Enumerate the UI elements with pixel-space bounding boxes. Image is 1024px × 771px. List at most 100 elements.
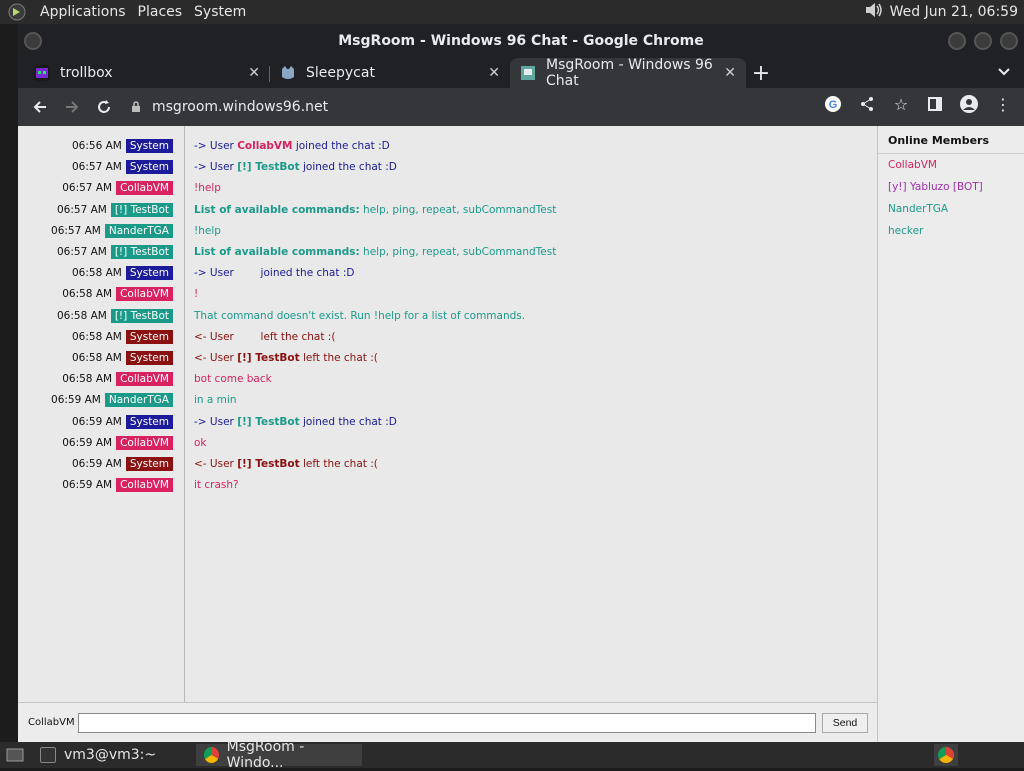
message-author-badge[interactable]: System xyxy=(125,160,173,175)
msgroom-page: System 06:56 AM -> User CollabVM joined th… xyxy=(18,126,1024,742)
message-text-part: joined the chat :D xyxy=(299,415,397,428)
message-timestamp: 06:59 AM xyxy=(72,458,122,470)
message-text-part: <- User xyxy=(194,458,238,470)
gnome-logo-icon[interactable] xyxy=(6,1,28,23)
message-author-badge[interactable]: System xyxy=(125,351,173,365)
message-author-badge[interactable]: CollabVM xyxy=(116,478,173,493)
menu-places[interactable]: Places xyxy=(132,4,189,20)
window-menu-icon[interactable] xyxy=(24,32,42,50)
message-text: it crash? xyxy=(194,479,239,491)
member-item[interactable]: CollabVM xyxy=(878,154,1024,176)
clock[interactable]: Wed Jun 21, 06:59 xyxy=(890,4,1024,20)
chat-message: NanderTGA 06:59 AM in a min xyxy=(18,391,877,409)
message-input[interactable] xyxy=(78,712,816,733)
member-item[interactable]: [y!] Yabluzo [BOT] xyxy=(878,176,1024,198)
message-text: bot come back xyxy=(194,373,272,385)
message-text-part: -> User xyxy=(194,415,238,428)
sleepycat-favicon-icon xyxy=(280,65,296,81)
tab-label: Sleepycat xyxy=(306,65,375,81)
chat-message: [!] TestBot 06:57 AM List of available com… xyxy=(18,201,877,219)
bookmark-star-icon[interactable]: ☆ xyxy=(890,93,912,115)
member-item[interactable]: NanderTGA xyxy=(878,198,1024,220)
tray-chrome-icon[interactable] xyxy=(934,744,958,766)
message-timestamp: 06:59 AM xyxy=(51,394,101,407)
message-author-badge[interactable]: NanderTGA xyxy=(104,223,173,238)
message-text-part: ok xyxy=(194,436,207,449)
message-author-badge[interactable]: System xyxy=(125,457,173,471)
minimize-icon[interactable] xyxy=(948,32,966,50)
chat-message: CollabVM 06:59 AM it crash? xyxy=(18,476,877,494)
message-author-badge[interactable]: CollabVM xyxy=(116,181,173,196)
chat-message: NanderTGA 06:57 AM !help xyxy=(18,222,877,240)
close-window-icon[interactable] xyxy=(1000,32,1018,50)
menu-applications[interactable]: Applications xyxy=(34,4,132,20)
tab-sleepycat[interactable]: Sleepycat ✕ xyxy=(270,58,510,88)
share-icon[interactable] xyxy=(856,93,878,115)
kebab-menu-icon[interactable]: ⋮ xyxy=(992,93,1014,115)
message-author-badge[interactable]: CollabVM xyxy=(116,435,173,450)
taskbar-item-chrome[interactable]: MsgRoom - Windo... xyxy=(196,739,362,771)
tab-search-chevron-icon[interactable] xyxy=(998,64,1010,80)
taskbar-item-terminal[interactable]: vm3@vm3:~ xyxy=(32,744,192,766)
taskbar-label: vm3@vm3:~ xyxy=(64,747,157,763)
message-author-badge[interactable]: System xyxy=(125,266,173,281)
message-author-badge[interactable]: System xyxy=(125,139,173,153)
message-author-badge[interactable]: [!] TestBot xyxy=(110,202,173,217)
svg-text:G: G xyxy=(829,99,838,111)
chat-message: CollabVM 06:58 AM! xyxy=(18,285,877,303)
back-arrow-icon[interactable] xyxy=(24,91,56,123)
message-text-part: CollabVM xyxy=(237,140,293,152)
address-bar[interactable]: msgroom.windows96.net xyxy=(130,92,830,122)
message-text-part: left the chat :( xyxy=(299,352,378,364)
message-text-part: left the chat :( xyxy=(299,458,378,470)
message-author-badge[interactable]: CollabVM xyxy=(116,372,173,387)
maximize-icon[interactable] xyxy=(974,32,992,50)
volume-icon[interactable] xyxy=(864,2,884,22)
message-author-badge[interactable]: [!] TestBot xyxy=(110,308,173,323)
lock-icon[interactable] xyxy=(130,101,142,113)
chat-message: CollabVM 06:57 AM !help xyxy=(18,179,877,197)
menu-system[interactable]: System xyxy=(188,4,252,20)
message-text: List of available commands: help, ping, … xyxy=(194,246,556,258)
reload-icon[interactable] xyxy=(88,91,120,123)
message-timestamp: 06:58 AM xyxy=(72,330,122,343)
message-author-badge[interactable]: System xyxy=(125,329,173,344)
tab-close-icon[interactable]: ✕ xyxy=(248,65,260,81)
online-members-title: Online Members xyxy=(878,126,1024,154)
new-tab-button[interactable]: + xyxy=(746,58,776,88)
message-text-part: ! xyxy=(194,288,199,301)
message-author-badge[interactable]: System xyxy=(125,414,173,429)
side-panel-icon[interactable] xyxy=(924,93,946,115)
show-desktop-icon[interactable] xyxy=(2,744,28,766)
message-text-part: in a min xyxy=(194,394,237,407)
message-text-part: !help xyxy=(194,224,221,237)
tab-msgroom[interactable]: MsgRoom - Windows 96 Chat ✕ xyxy=(510,57,746,89)
message-text-part: joined the chat :D xyxy=(292,140,390,152)
browser-toolbar: msgroom.windows96.net G ☆ ⋮ xyxy=(18,88,1024,126)
send-button[interactable]: Send xyxy=(822,712,868,733)
toolbar-icons: G ☆ ⋮ xyxy=(822,93,1014,115)
chat-log[interactable]: System 06:56 AM -> User CollabVM joined th… xyxy=(18,126,877,702)
tab-trollbox[interactable]: trollbox ✕ xyxy=(24,58,270,88)
message-author-badge[interactable]: CollabVM xyxy=(116,287,173,302)
message-text: <- User left the chat :( xyxy=(194,331,335,343)
forward-arrow-icon[interactable] xyxy=(56,91,88,123)
chrome-icon xyxy=(204,747,219,763)
message-text-part: [!] TestBot xyxy=(237,415,300,428)
chat-message: System 06:58 AM -> User joined the chat :D xyxy=(18,264,877,282)
member-item[interactable]: hecker xyxy=(878,220,1024,242)
tab-close-icon[interactable]: ✕ xyxy=(488,65,500,81)
msgroom-favicon-icon xyxy=(520,65,536,81)
google-lens-icon[interactable]: G xyxy=(822,93,844,115)
profile-avatar-icon[interactable] xyxy=(958,93,980,115)
message-author-badge[interactable]: NanderTGA xyxy=(104,393,173,408)
url-text[interactable]: msgroom.windows96.net xyxy=(152,99,328,115)
message-text: -> User CollabVM joined the chat :D xyxy=(194,140,390,152)
window-titlebar[interactable]: MsgRoom - Windows 96 Chat - Google Chrom… xyxy=(18,24,1024,58)
message-text: ! xyxy=(194,288,198,300)
message-timestamp: 06:59 AM xyxy=(62,436,113,449)
message-text: <- User [!] TestBot left the chat :( xyxy=(194,352,378,364)
message-text: !help xyxy=(194,182,221,194)
message-author-badge[interactable]: [!] TestBot xyxy=(110,245,173,259)
tab-close-icon[interactable]: ✕ xyxy=(724,65,736,81)
